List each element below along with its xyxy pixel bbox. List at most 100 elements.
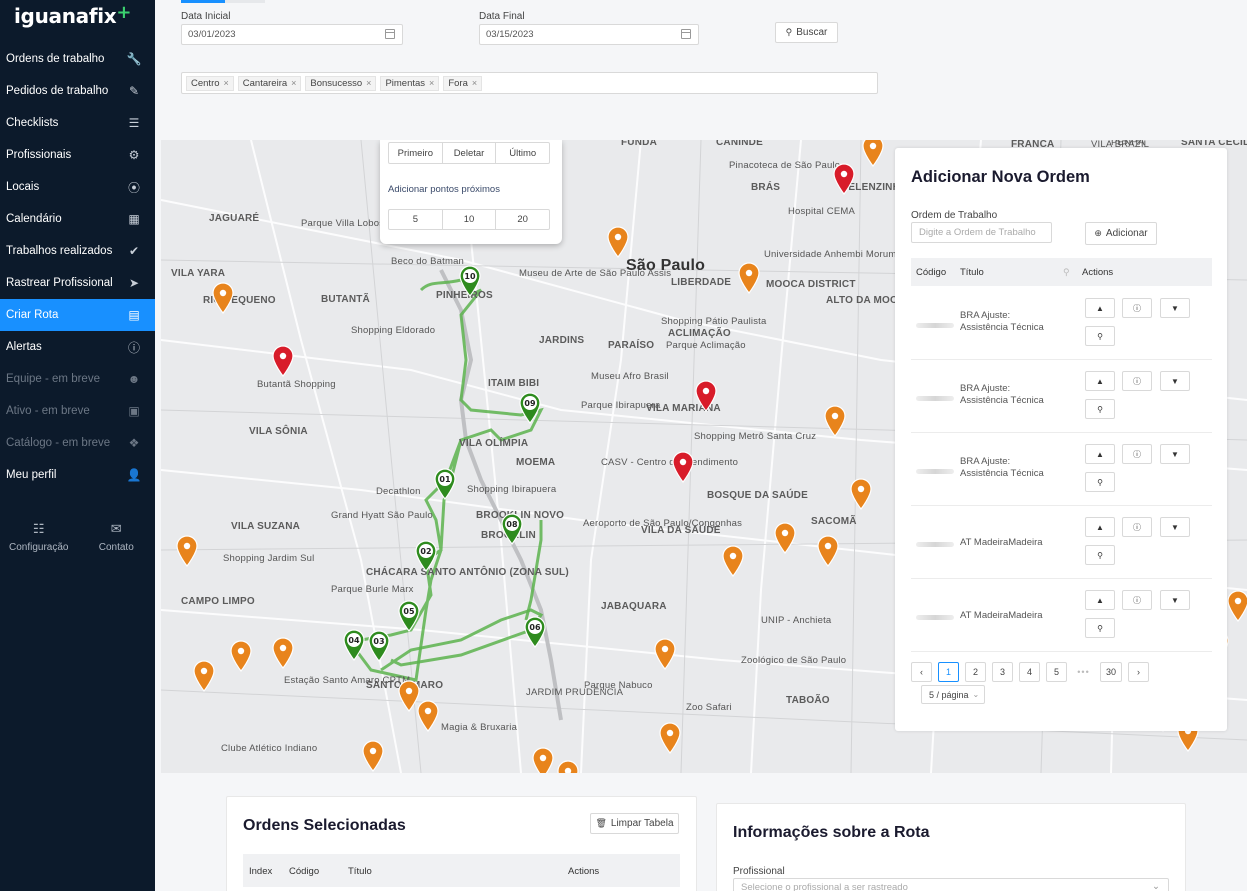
map-marker-orange-icon[interactable] [823, 405, 846, 437]
sidebar-item-criar-rota[interactable]: Criar Rota ▤ [0, 299, 155, 331]
map-marker-orange-icon[interactable] [531, 747, 554, 773]
map-marker-orange-icon[interactable] [416, 700, 439, 732]
move-up-button[interactable]: ▲ [1085, 590, 1115, 610]
region-tags-select[interactable]: Centro × Cantareira × Bonsucesso × Pimentas × Fo… [181, 72, 878, 94]
map-marker-orange-icon[interactable] [737, 262, 760, 294]
nearby-option-20[interactable]: 20 [496, 210, 549, 229]
sidebar-item-checklists[interactable]: Checklists ☰ [0, 107, 155, 139]
page-button-3[interactable]: 3 [992, 662, 1013, 682]
map-marker-orange-icon[interactable] [211, 282, 234, 314]
info-button[interactable]: ⓘ [1122, 590, 1152, 610]
map-marker-red-icon[interactable] [694, 380, 717, 412]
view-order-button[interactable]: ⚲ [1085, 399, 1115, 419]
search-button[interactable]: ⚲ Buscar [775, 22, 838, 43]
map-marker-orange-icon[interactable] [849, 478, 872, 510]
info-button[interactable]: ⓘ [1122, 444, 1152, 464]
move-up-button[interactable]: ▲ [1085, 444, 1115, 464]
view-order-button[interactable]: ⚲ [1085, 472, 1115, 492]
sidebar-item-rastrear-profissional[interactable]: Rastrear Profissional ➤ [0, 267, 155, 299]
sidebar-item-meu-perfil[interactable]: Meu perfil 👤 [0, 459, 155, 491]
next-page-button[interactable]: › [1128, 662, 1149, 682]
settings-button[interactable]: ☷ Configuração [0, 521, 78, 553]
move-down-button[interactable]: ▼ [1160, 298, 1190, 318]
view-order-button[interactable]: ⚲ [1085, 618, 1115, 638]
delete-button[interactable]: Deletar [443, 143, 497, 163]
sidebar-item-trabalhos-realizados[interactable]: Trabalhos realizados ✔ [0, 235, 155, 267]
map-marker-orange-icon[interactable] [556, 760, 579, 773]
map-marker-orange-icon[interactable] [606, 226, 629, 258]
close-icon[interactable]: × [366, 78, 371, 88]
sidebar-item-calend-rio[interactable]: Calendário ▦ [0, 203, 155, 235]
page-button-2[interactable]: 2 [965, 662, 986, 682]
map-marker-orange-icon[interactable] [653, 638, 676, 670]
map-marker-orange-icon[interactable] [271, 637, 294, 669]
page-button-5[interactable]: 5 [1046, 662, 1067, 682]
sidebar-item-ordens-de-trabalho[interactable]: Ordens de trabalho 🔧 [0, 43, 155, 75]
info-button[interactable]: ⓘ [1122, 298, 1152, 318]
start-date-input[interactable]: 03/01/2023 [181, 24, 403, 45]
close-icon[interactable]: × [224, 78, 229, 88]
brand-logo[interactable]: iguanafix+ [14, 2, 131, 28]
map-marker-red-icon[interactable] [832, 163, 855, 195]
move-up-button[interactable]: ▲ [1085, 371, 1115, 391]
page-button-1[interactable]: 1 [938, 662, 959, 682]
view-order-button[interactable]: ⚲ [1085, 545, 1115, 565]
work-order-input[interactable]: Digite a Ordem de Trabalho [911, 222, 1052, 243]
close-icon[interactable]: × [472, 78, 477, 88]
move-up-button[interactable]: ▲ [1085, 298, 1115, 318]
last-button[interactable]: Último [496, 143, 549, 163]
region-tag[interactable]: Fora × [443, 75, 483, 91]
route-stop-marker[interactable]: 01 [433, 468, 457, 500]
sidebar-item-alertas[interactable]: Alertas ⓘ [0, 331, 155, 363]
move-down-button[interactable]: ▼ [1160, 444, 1190, 464]
map-marker-orange-icon[interactable] [397, 680, 420, 712]
map-marker-orange-icon[interactable] [1226, 590, 1247, 622]
map-marker-orange-icon[interactable] [229, 640, 252, 672]
map-marker-orange-icon[interactable] [175, 535, 198, 567]
move-down-button[interactable]: ▼ [1160, 517, 1190, 537]
map-marker-orange-icon[interactable] [658, 722, 681, 754]
region-tag[interactable]: Cantareira × [237, 75, 302, 91]
end-date-input[interactable]: 03/15/2023 [479, 24, 699, 45]
region-tag[interactable]: Centro × [186, 75, 234, 91]
route-stop-marker[interactable]: 08 [500, 513, 524, 545]
clear-table-button[interactable]: 🗑 Limpar Tabela [590, 813, 679, 834]
info-button[interactable]: ⓘ [1122, 371, 1152, 391]
map-marker-orange-icon[interactable] [361, 740, 384, 772]
map-marker-orange-icon[interactable] [861, 140, 884, 167]
map-marker-orange-icon[interactable] [773, 522, 796, 554]
page-button-last[interactable]: 30 [1100, 662, 1122, 682]
route-stop-marker[interactable]: 03 [367, 630, 391, 662]
map-marker-orange-icon[interactable] [192, 660, 215, 692]
move-up-button[interactable]: ▲ [1085, 517, 1115, 537]
move-down-button[interactable]: ▼ [1160, 371, 1190, 391]
region-tag[interactable]: Bonsucesso × [305, 75, 377, 91]
route-stop-marker[interactable]: 09 [518, 392, 542, 424]
column-search-icon[interactable]: ⚲ [1063, 267, 1070, 278]
move-down-button[interactable]: ▼ [1160, 590, 1190, 610]
nearby-option-10[interactable]: 10 [443, 210, 497, 229]
sidebar-item-pedidos-de-trabalho[interactable]: Pedidos de trabalho ✎ [0, 75, 155, 107]
contact-button[interactable]: ✉ Contato [78, 521, 156, 553]
nearby-option-5[interactable]: 5 [389, 210, 443, 229]
route-stop-marker[interactable]: 05 [397, 600, 421, 632]
close-icon[interactable]: × [429, 78, 434, 88]
page-button-4[interactable]: 4 [1019, 662, 1040, 682]
region-tag[interactable]: Pimentas × [380, 75, 440, 91]
sidebar-item-profissionais[interactable]: Profissionais ⚙ [0, 139, 155, 171]
close-icon[interactable]: × [291, 78, 296, 88]
prev-page-button[interactable]: ‹ [911, 662, 932, 682]
view-order-button[interactable]: ⚲ [1085, 326, 1115, 346]
view-tabs[interactable] [181, 0, 265, 3]
map-marker-red-icon[interactable] [671, 451, 694, 483]
route-stop-marker[interactable]: 06 [523, 616, 547, 648]
professional-select[interactable]: Selecione o profissional a ser rastreado… [733, 878, 1169, 891]
map-marker-orange-icon[interactable] [721, 545, 744, 577]
page-size-select[interactable]: 5 / página ⌄ [921, 685, 985, 704]
sidebar-item-locais[interactable]: Locais ⦿ [0, 171, 155, 203]
info-button[interactable]: ⓘ [1122, 517, 1152, 537]
route-stop-marker[interactable]: 10 [458, 265, 482, 297]
add-order-button[interactable]: ⊕ Adicionar [1085, 222, 1157, 245]
first-button[interactable]: Primeiro [389, 143, 443, 163]
map-marker-red-icon[interactable] [271, 345, 294, 377]
